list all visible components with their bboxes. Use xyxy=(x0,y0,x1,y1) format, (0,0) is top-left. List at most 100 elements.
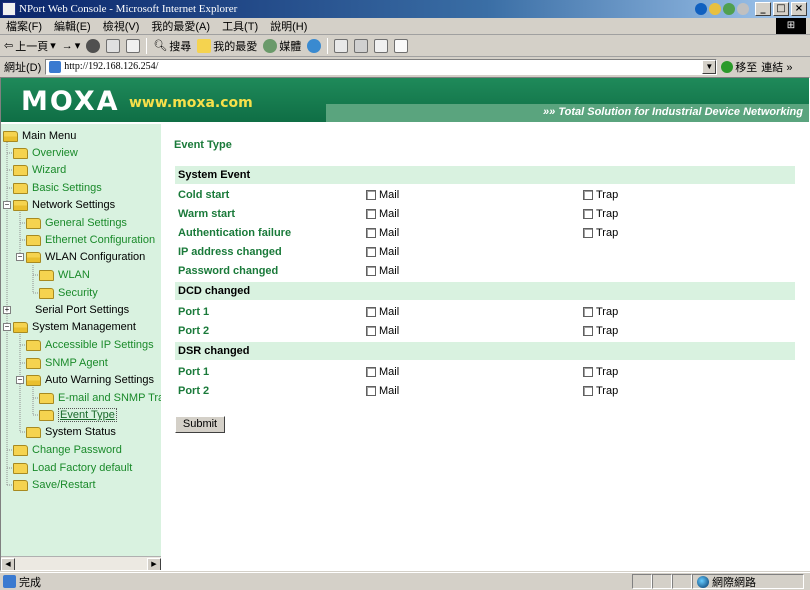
menu-help[interactable]: 說明(H) xyxy=(270,18,307,34)
stop-icon[interactable] xyxy=(86,38,101,53)
tree-basic-settings[interactable]: Basic Settings xyxy=(13,180,102,196)
tree-wlan-configuration[interactable]: WLAN Configuration xyxy=(26,249,145,265)
menu-file[interactable]: 檔案(F) xyxy=(6,18,42,34)
search-label: 搜尋 xyxy=(169,40,192,53)
tree-auto-warning-settings[interactable]: Auto Warning Settings xyxy=(26,372,154,388)
tree-security[interactable]: Security xyxy=(39,285,98,301)
tree-snmp-agent[interactable]: SNMP Agent xyxy=(26,355,108,371)
trap-option[interactable]: Trap xyxy=(583,385,618,397)
trap-option[interactable]: Trap xyxy=(583,208,618,220)
trap-option[interactable]: Trap xyxy=(583,227,618,239)
menu-tools[interactable]: 工具(T) xyxy=(222,18,258,34)
trap-checkbox[interactable] xyxy=(583,367,593,377)
expand-toggle[interactable]: + xyxy=(3,306,11,314)
event-label: Port 1 xyxy=(178,366,210,378)
tree-save-restart[interactable]: Save/Restart xyxy=(13,477,96,493)
tree-event-type[interactable]: Event Type xyxy=(39,407,117,423)
mail-option[interactable]: Mail xyxy=(366,246,399,258)
tree-change-password[interactable]: Change Password xyxy=(13,442,122,458)
horizontal-scrollbar[interactable]: ◀ ▶ xyxy=(1,556,161,571)
print-icon[interactable] xyxy=(354,38,369,53)
scroll-left-icon[interactable]: ◀ xyxy=(1,557,15,570)
back-button[interactable]: ⇦ 上一頁 ▾ xyxy=(4,38,56,54)
mail-option[interactable]: Mail xyxy=(366,385,399,397)
refresh-icon[interactable] xyxy=(106,38,121,53)
address-label: 網址(D) xyxy=(4,61,42,74)
trap-option[interactable]: Trap xyxy=(583,366,618,378)
address-input[interactable]: http://192.168.126.254/ ▼ xyxy=(45,58,718,75)
scroll-track[interactable] xyxy=(15,558,147,571)
media-button[interactable]: 媒體 xyxy=(263,38,301,54)
event-row-dsr-port-2: Port 2 Mail Trap xyxy=(175,382,795,401)
folder-open-icon xyxy=(13,321,28,333)
tree-email-snmp-trap[interactable]: E-mail and SNMP Trap xyxy=(39,390,161,406)
go-button[interactable]: 移至 xyxy=(721,59,757,75)
trap-option[interactable]: Trap xyxy=(583,325,618,337)
search-button[interactable]: 🔍︎ 搜尋 xyxy=(153,38,191,54)
tree-ethernet-configuration[interactable]: Ethernet Configuration xyxy=(26,232,155,248)
menu-edit[interactable]: 編輯(E) xyxy=(54,18,91,34)
minimize-button[interactable]: _ xyxy=(755,2,771,16)
tree-accessible-ip-settings[interactable]: Accessible IP Settings xyxy=(26,337,154,353)
favorites-button[interactable]: 我的最愛 xyxy=(197,38,257,54)
mail-option[interactable]: Mail xyxy=(366,265,399,277)
tree-general-settings[interactable]: General Settings xyxy=(26,215,127,231)
mail-checkbox[interactable] xyxy=(366,367,376,377)
mail-checkbox[interactable] xyxy=(366,307,376,317)
tree-overview[interactable]: Overview xyxy=(13,145,78,161)
mail-checkbox[interactable] xyxy=(366,228,376,238)
trap-option[interactable]: Trap xyxy=(583,306,618,318)
trap-checkbox[interactable] xyxy=(583,209,593,219)
close-button[interactable]: × xyxy=(791,2,807,16)
tree-main-menu[interactable]: Main Menu xyxy=(3,128,76,144)
history-icon[interactable] xyxy=(307,38,322,53)
event-row-dcd-port-1: Port 1 Mail Trap xyxy=(175,303,795,322)
mail-checkbox[interactable] xyxy=(366,266,376,276)
trap-option[interactable]: Trap xyxy=(583,189,618,201)
folder-icon xyxy=(26,339,41,351)
scroll-right-icon[interactable]: ▶ xyxy=(147,557,161,570)
tree-wlan[interactable]: WLAN xyxy=(39,267,90,283)
address-dropdown-button[interactable]: ▼ xyxy=(702,59,717,74)
mail-option[interactable]: Mail xyxy=(366,366,399,378)
maximize-button[interactable]: □ xyxy=(773,2,789,16)
mail-icon[interactable] xyxy=(334,38,349,53)
folder-icon xyxy=(26,217,41,229)
trap-checkbox[interactable] xyxy=(583,326,593,336)
folder-icon xyxy=(39,287,54,299)
collapse-toggle[interactable]: − xyxy=(3,201,11,209)
links-button[interactable]: 連結 » xyxy=(761,59,792,75)
trap-checkbox[interactable] xyxy=(583,307,593,317)
mail-option[interactable]: Mail xyxy=(366,325,399,337)
event-row-cold-start: Cold start Mail Trap xyxy=(175,186,795,205)
submit-button[interactable]: Submit xyxy=(175,416,225,433)
mail-checkbox[interactable] xyxy=(366,190,376,200)
mail-option[interactable]: Mail xyxy=(366,189,399,201)
mail-option[interactable]: Mail xyxy=(366,208,399,220)
trap-checkbox[interactable] xyxy=(583,386,593,396)
tree-serial-port-settings[interactable]: Serial Port Settings xyxy=(31,302,129,318)
tree-system-status[interactable]: System Status xyxy=(26,424,116,440)
trap-checkbox[interactable] xyxy=(583,190,593,200)
collapse-toggle[interactable]: − xyxy=(16,376,24,384)
menu-favorites[interactable]: 我的最愛(A) xyxy=(151,18,210,34)
discuss-icon[interactable] xyxy=(394,38,409,53)
trap-checkbox[interactable] xyxy=(583,228,593,238)
tree-network-settings[interactable]: Network Settings xyxy=(13,197,115,213)
mail-option[interactable]: Mail xyxy=(366,227,399,239)
collapse-toggle[interactable]: − xyxy=(16,253,24,261)
mail-checkbox[interactable] xyxy=(366,247,376,257)
mail-option[interactable]: Mail xyxy=(366,306,399,318)
event-row-dcd-port-2: Port 2 Mail Trap xyxy=(175,322,795,341)
mail-checkbox[interactable] xyxy=(366,326,376,336)
home-icon[interactable] xyxy=(126,38,141,53)
edit-icon[interactable] xyxy=(374,38,389,53)
mail-checkbox[interactable] xyxy=(366,209,376,219)
menu-view[interactable]: 檢視(V) xyxy=(103,18,140,34)
collapse-toggle[interactable]: − xyxy=(3,323,11,331)
mail-checkbox[interactable] xyxy=(366,386,376,396)
tree-system-management[interactable]: System Management xyxy=(13,319,136,335)
tree-load-factory-default[interactable]: Load Factory default xyxy=(13,460,132,476)
tree-wizard[interactable]: Wizard xyxy=(13,162,66,178)
forward-button[interactable]: → ▾ xyxy=(62,39,81,53)
